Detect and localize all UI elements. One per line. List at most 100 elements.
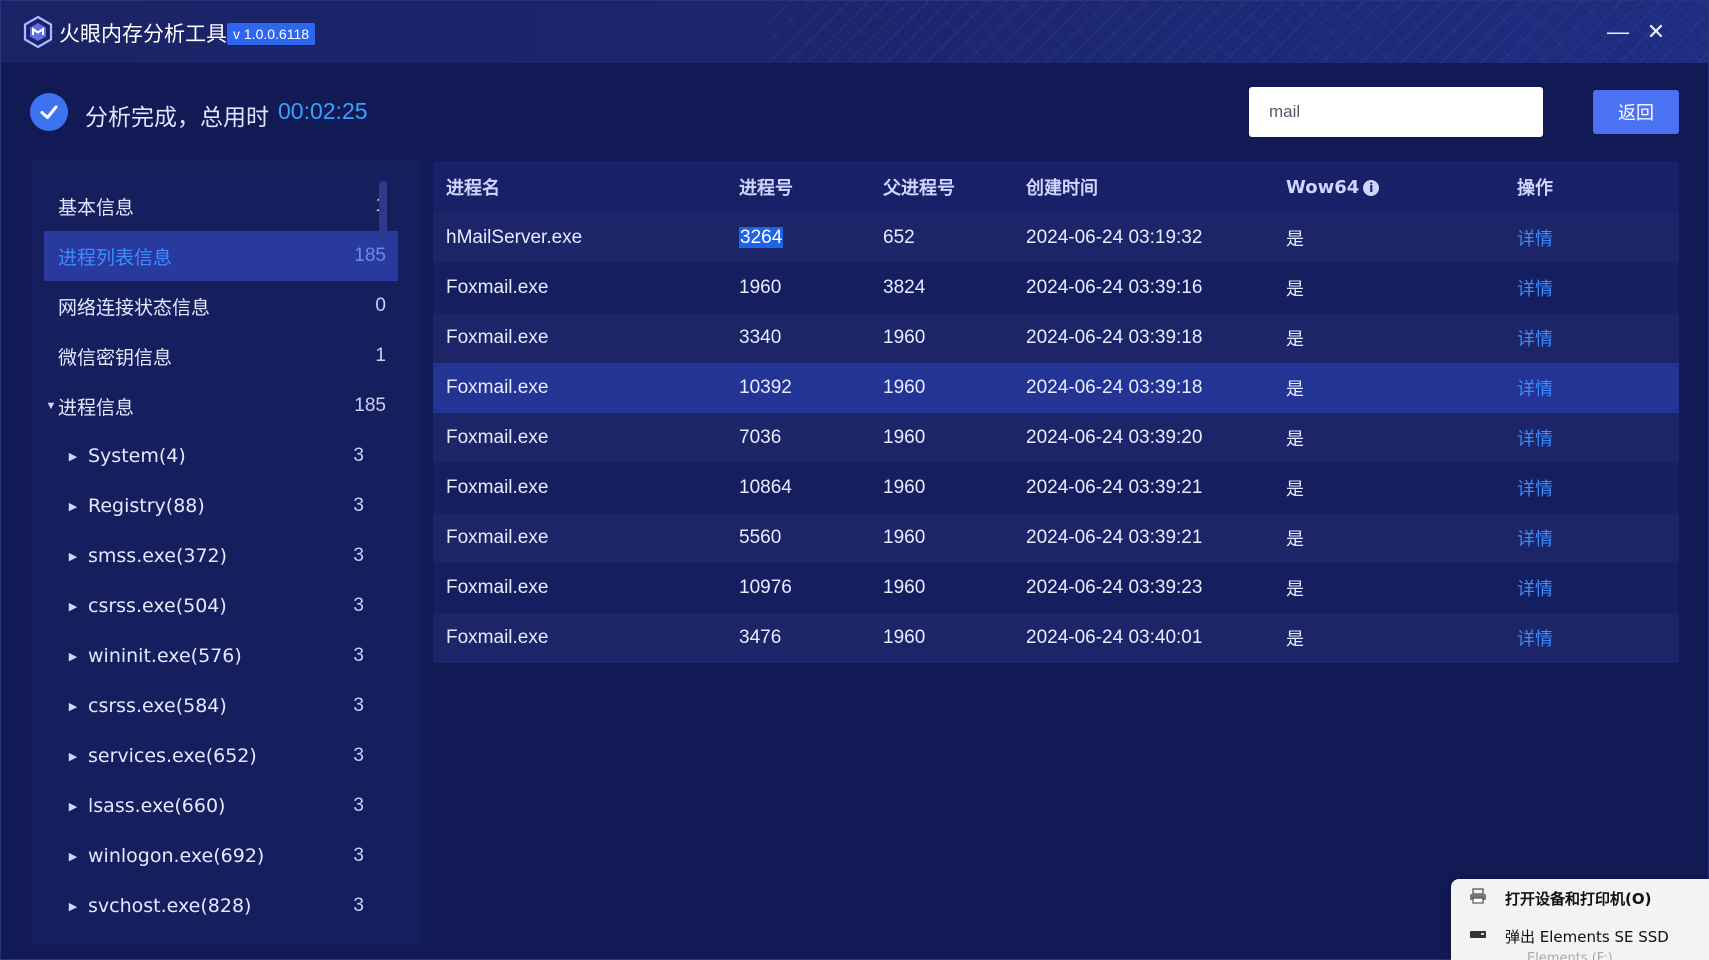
sidebar-scrollbar[interactable] <box>379 181 387 241</box>
sidebar-item-process[interactable]: ▶ services.exe(652) 3 <box>44 731 376 781</box>
context-menu-item-devices-printers[interactable]: 打开设备和打印机(O) <box>1451 879 1709 917</box>
sidebar-item-process[interactable]: ▶ csrss.exe(584) 3 <box>44 681 376 731</box>
detail-link[interactable]: 详情 <box>1517 325 1553 351</box>
cell-process-name: Foxmail.exe <box>446 427 549 448</box>
sidebar-item-count: 0 <box>375 295 386 316</box>
context-menu: 打开设备和打印机(O) 弹出 Elements SE SSD Elements … <box>1451 879 1709 960</box>
sidebar-item-process[interactable]: ▶ svchost.exe(828) 3 <box>44 881 376 931</box>
selected-text[interactable]: 3264 <box>739 227 784 248</box>
detail-link[interactable]: 详情 <box>1517 275 1553 301</box>
process-table: 进程名 进程号 父进程号 创建时间 Wow64 i 操作 hMailServer.… <box>433 161 1679 943</box>
cell-ppid: 652 <box>883 227 915 248</box>
caret-down-icon[interactable]: ▼ <box>44 400 58 412</box>
back-button[interactable]: 返回 <box>1593 90 1679 134</box>
sidebar-item-wechat-key[interactable]: 微信密钥信息 1 <box>44 331 398 381</box>
table-row[interactable]: Foxmail.exe 3476 1960 2024-06-24 03:40:0… <box>433 613 1679 663</box>
sidebar-item-label: 基本信息 <box>58 196 135 219</box>
cell-ppid: 3824 <box>883 277 926 298</box>
detail-link[interactable]: 详情 <box>1517 425 1553 451</box>
sidebar-item-process[interactable]: ▶ winlogon.exe(692) 3 <box>44 831 376 881</box>
sidebar-item-label: services.exe(652) <box>88 745 257 767</box>
detail-link[interactable]: 详情 <box>1517 375 1553 401</box>
cell-ppid: 1960 <box>883 477 926 498</box>
context-menu-item-eject[interactable]: 弹出 Elements SE SSD <box>1451 917 1709 955</box>
sidebar-item-process[interactable]: ▶ System(4) 3 <box>44 431 376 481</box>
cell-process-name: Foxmail.exe <box>446 277 549 298</box>
table-row[interactable]: Foxmail.exe 5560 1960 2024-06-24 03:39:2… <box>433 513 1679 563</box>
cell-create-time: 2024-06-24 03:40:01 <box>1026 627 1203 648</box>
cell-create-time: 2024-06-24 03:19:32 <box>1026 227 1203 248</box>
header-wow64: Wow64 i <box>1286 176 1380 198</box>
cell-ppid: 1960 <box>883 527 926 548</box>
version-badge: v 1.0.0.6118 <box>227 23 316 45</box>
drive-icon <box>1463 927 1493 945</box>
cell-pid: 10864 <box>739 477 792 498</box>
sidebar-item-label: csrss.exe(584) <box>88 695 227 717</box>
table-row[interactable]: hMailServer.exe 3264 652 2024-06-24 03:1… <box>433 213 1679 263</box>
cell-wow64: 是 <box>1286 529 1304 550</box>
header-wow64-label: Wow64 <box>1286 176 1360 198</box>
cell-process-name: Foxmail.exe <box>446 377 549 398</box>
caret-right-icon[interactable]: ▶ <box>66 600 80 613</box>
detail-link[interactable]: 详情 <box>1517 225 1553 251</box>
sidebar-item-count: 1 <box>348 195 398 217</box>
caret-right-icon[interactable]: ▶ <box>66 750 80 763</box>
sidebar-item-count: 3 <box>353 445 364 466</box>
table-header: 进程名 进程号 父进程号 创建时间 Wow64 i 操作 <box>433 161 1679 213</box>
cell-wow64: 是 <box>1286 629 1304 650</box>
header-create-time: 创建时间 <box>1026 178 1098 199</box>
caret-right-icon[interactable]: ▶ <box>66 500 80 513</box>
header-pid: 进程号 <box>739 178 793 199</box>
sidebar-item-network[interactable]: 网络连接状态信息 0 <box>44 281 398 331</box>
caret-right-icon[interactable]: ▶ <box>66 650 80 663</box>
caret-right-icon[interactable]: ▶ <box>66 850 80 863</box>
sidebar-item-process[interactable]: ▶ lsass.exe(660) 3 <box>44 781 376 831</box>
caret-right-icon[interactable]: ▶ <box>66 900 80 913</box>
caret-right-icon[interactable]: ▶ <box>66 800 80 813</box>
table-row[interactable]: Foxmail.exe 10976 1960 2024-06-24 03:39:… <box>433 563 1679 613</box>
table-row[interactable]: Foxmail.exe 3340 1960 2024-06-24 03:39:1… <box>433 313 1679 363</box>
minimize-button[interactable]: — <box>1603 17 1633 47</box>
sidebar-item-label: smss.exe(372) <box>88 545 228 567</box>
detail-link[interactable]: 详情 <box>1517 575 1553 601</box>
sidebar-item-process-info[interactable]: ▼ 进程信息 185 <box>44 381 398 431</box>
cell-create-time: 2024-06-24 03:39:16 <box>1026 277 1203 298</box>
sidebar-item-process[interactable]: ▶ Registry(88) 3 <box>44 481 376 531</box>
sidebar-item-label: System(4) <box>88 445 186 467</box>
table-row[interactable]: Foxmail.exe 10864 1960 2024-06-24 03:39:… <box>433 463 1679 513</box>
table-row[interactable]: Foxmail.exe 1960 3824 2024-06-24 03:39:1… <box>433 263 1679 313</box>
app-logo-icon <box>23 16 53 48</box>
caret-right-icon[interactable]: ▶ <box>66 700 80 713</box>
detail-link[interactable]: 详情 <box>1517 525 1553 551</box>
caret-right-icon[interactable]: ▶ <box>66 550 80 563</box>
check-circle-icon <box>30 93 68 131</box>
sidebar-item-process[interactable]: ▶ wininit.exe(576) 3 <box>44 631 376 681</box>
cell-ppid: 1960 <box>883 577 926 598</box>
sidebar-item-count: 1 <box>375 345 386 366</box>
detail-link[interactable]: 详情 <box>1517 625 1553 651</box>
sidebar: 基本信息 1 进程列表信息 185 网络连接状态信息 0 微信密钥信息 1 ▼ … <box>32 161 420 943</box>
context-menu-label: 打开设备和打印机(O) <box>1505 889 1652 908</box>
sidebar-item-count: 185 <box>354 395 386 416</box>
close-button[interactable]: ✕ <box>1641 17 1671 47</box>
sidebar-item-count: 3 <box>353 595 364 616</box>
sidebar-item-process-list[interactable]: 进程列表信息 185 <box>44 231 398 281</box>
table-row-hovered[interactable]: Foxmail.exe 10392 1960 2024-06-24 03:39:… <box>433 363 1679 413</box>
sidebar-item-process[interactable]: ▶ csrss.exe(504) 3 <box>44 581 376 631</box>
cell-pid: 10976 <box>739 577 792 598</box>
cell-create-time: 2024-06-24 03:39:20 <box>1026 427 1203 448</box>
sidebar-item-label: 进程列表信息 <box>58 246 173 269</box>
cell-ppid: 1960 <box>883 377 926 398</box>
cell-create-time: 2024-06-24 03:39:21 <box>1026 477 1203 498</box>
sidebar-item-process[interactable]: ▶ smss.exe(372) 3 <box>44 531 376 581</box>
caret-right-icon[interactable]: ▶ <box>66 450 80 463</box>
sidebar-item-basic-info[interactable]: 基本信息 1 <box>44 181 398 231</box>
search-input[interactable] <box>1249 87 1543 137</box>
cell-wow64: 是 <box>1286 279 1304 300</box>
sidebar-item-count: 3 <box>353 745 364 766</box>
table-row[interactable]: Foxmail.exe 7036 1960 2024-06-24 03:39:2… <box>433 413 1679 463</box>
sidebar-item-count: 3 <box>353 895 364 916</box>
detail-link[interactable]: 详情 <box>1517 475 1553 501</box>
title-bar: 火眼内存分析工具 v 1.0.0.6118 — ✕ <box>1 1 1708 63</box>
info-icon[interactable]: i <box>1363 179 1380 196</box>
